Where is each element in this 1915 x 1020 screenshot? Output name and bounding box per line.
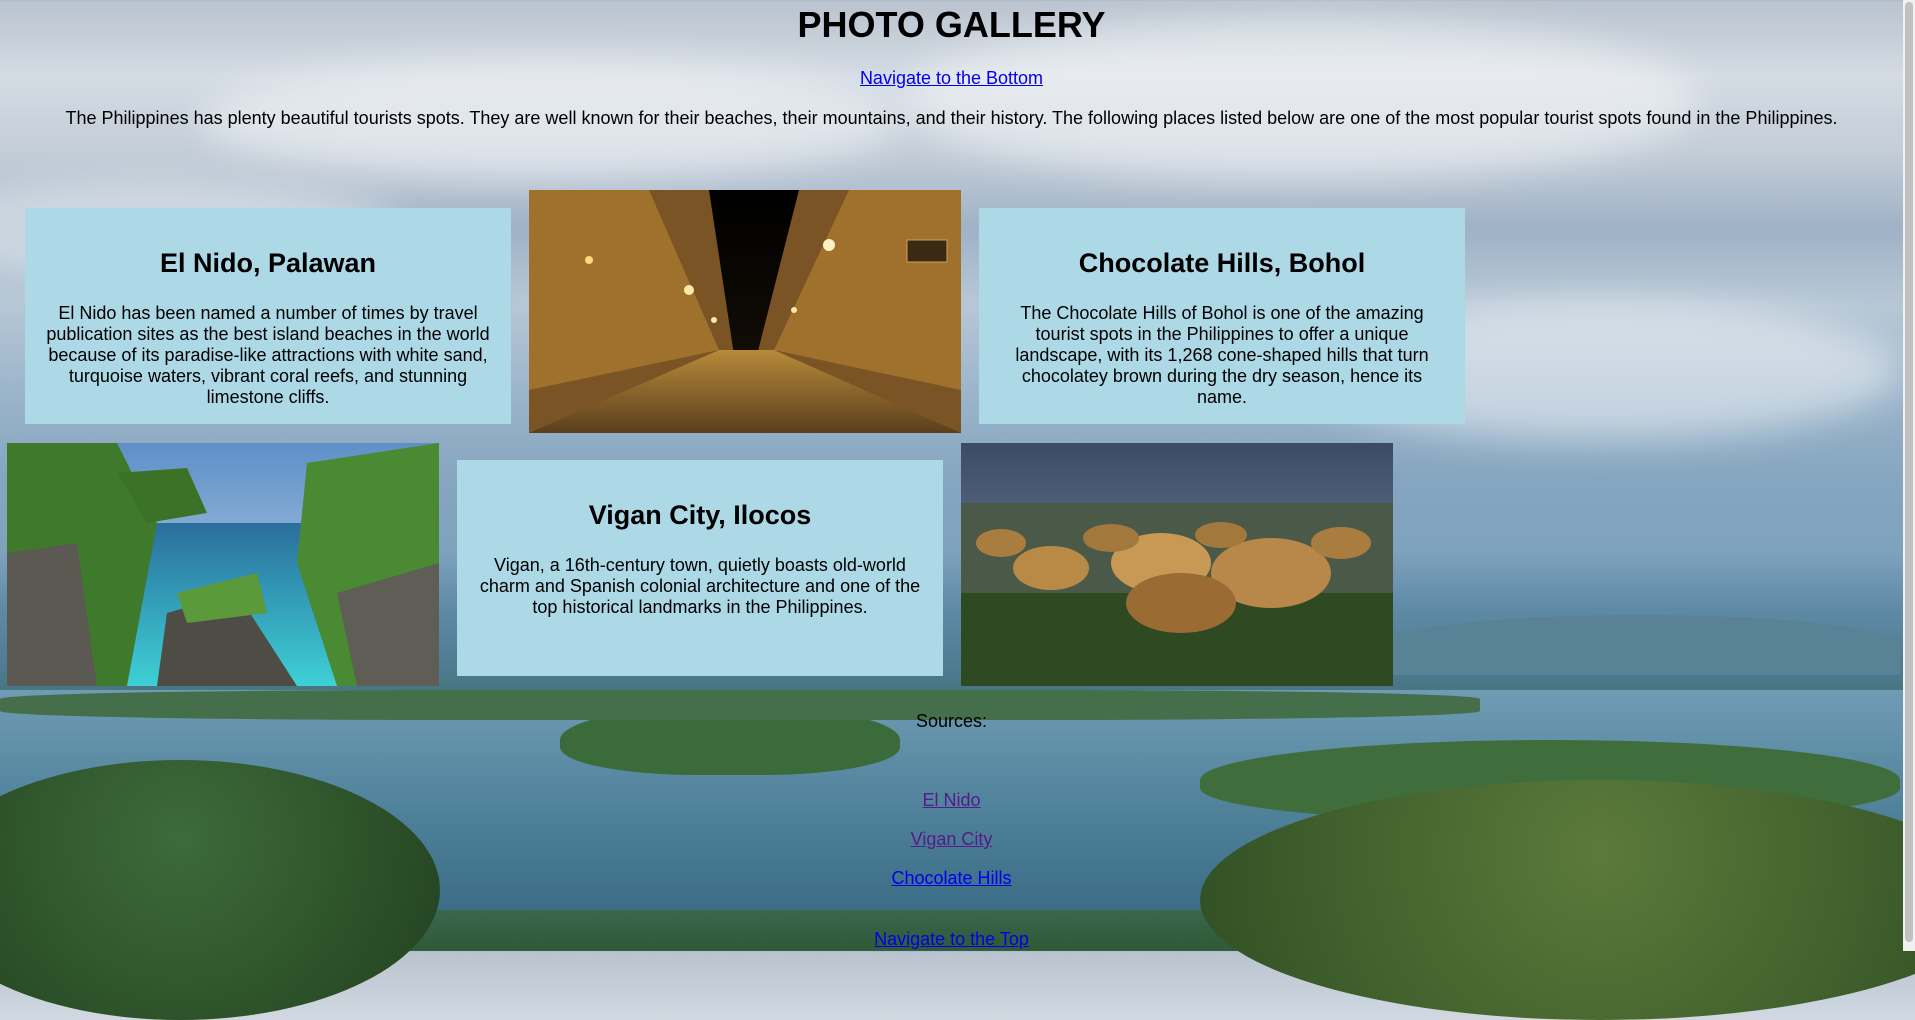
card-el-nido: El Nido, Palawan El Nido has been named … — [25, 208, 511, 424]
source-item: Vigan City — [0, 829, 1903, 850]
card-description: Vigan, a 16th-century town, quietly boas… — [479, 555, 921, 617]
card-description: The Chocolate Hills of Bohol is one of t… — [1015, 303, 1429, 407]
source-item: Navigate to the Top — [0, 929, 1903, 950]
navigate-to-top-link[interactable]: Navigate to the Top — [874, 929, 1029, 949]
vigan-street-photo — [529, 190, 961, 433]
chocolate-hills-photo — [961, 443, 1393, 686]
sources-label: Sources: — [915, 711, 988, 731]
chocolate-hills-image — [961, 443, 1393, 686]
card-description: El Nido has been named a number of times… — [46, 303, 490, 407]
nav-bottom-container: Navigate to the Bottom — [0, 68, 1903, 89]
el-nido-image — [7, 443, 439, 686]
page-content: PHOTO GALLERY Navigate to the Bottom The… — [0, 0, 1903, 951]
navigate-to-bottom-link[interactable]: Navigate to the Bottom — [860, 68, 1043, 88]
vertical-scrollbar[interactable] — [1903, 0, 1915, 951]
source-link-chocolate-hills[interactable]: Chocolate Hills — [891, 868, 1011, 888]
source-link-vigan-city[interactable]: Vigan City — [911, 829, 993, 849]
card-title: Vigan City, Ilocos — [588, 500, 812, 530]
source-item: El Nido — [0, 790, 1903, 811]
source-link-el-nido[interactable]: El Nido — [922, 790, 980, 810]
source-item: Chocolate Hills — [0, 868, 1903, 889]
intro-paragraph: The Philippines has plenty beautiful tou… — [65, 108, 1838, 128]
card-title: Chocolate Hills, Bohol — [1078, 248, 1366, 278]
el-nido-lagoon-photo — [7, 443, 439, 686]
card-title: El Nido, Palawan — [159, 248, 377, 278]
card-vigan-city: Vigan City, Ilocos Vigan, a 16th-century… — [457, 460, 943, 676]
scrollbar-thumb[interactable] — [1905, 2, 1913, 942]
page-title: PHOTO GALLERY — [797, 4, 1106, 45]
card-chocolate-hills: Chocolate Hills, Bohol The Chocolate Hil… — [979, 208, 1465, 424]
vigan-street-image — [529, 190, 961, 433]
